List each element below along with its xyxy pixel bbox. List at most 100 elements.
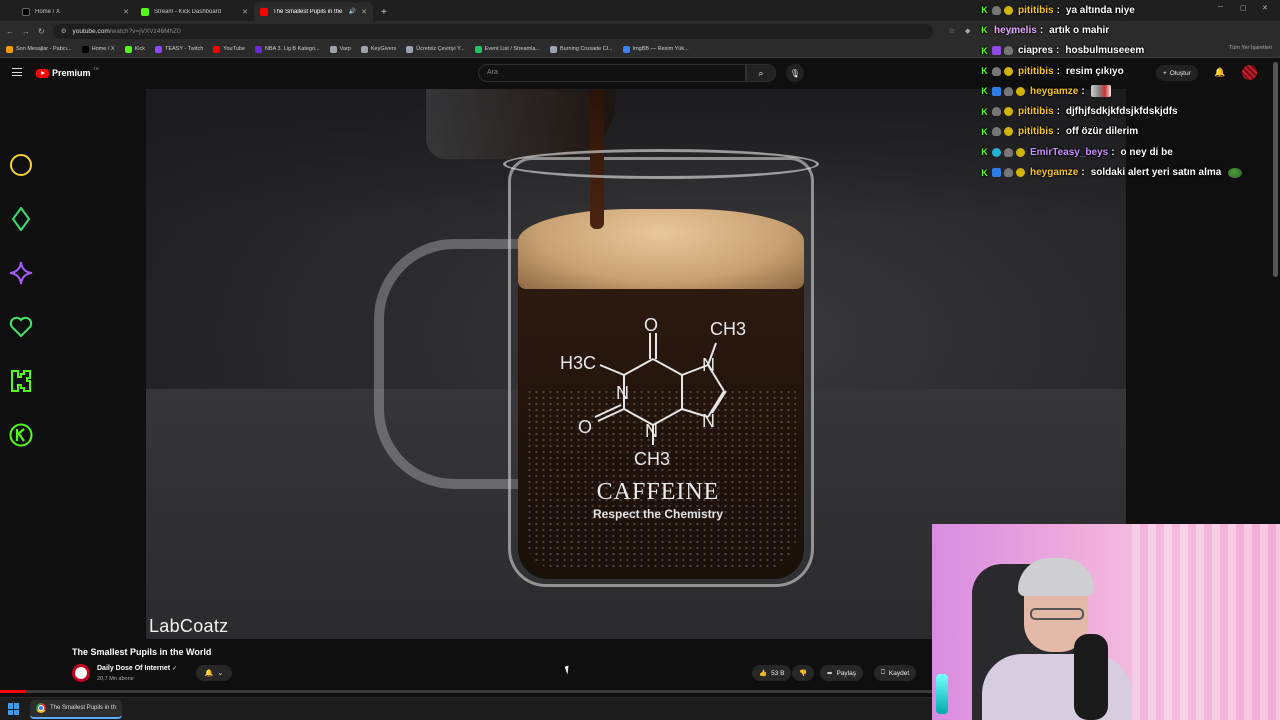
speaker-icon[interactable]: 🔊 [349, 8, 356, 15]
url-field[interactable]: ⚙ youtube.com/watch?v=jVXVz46MhZ0 [52, 23, 933, 39]
reload-icon[interactable]: ↻ [38, 27, 45, 36]
close-icon[interactable]: ✕ [242, 8, 248, 16]
search-button[interactable]: ⌕ [746, 64, 776, 82]
chat-username[interactable]: pititibis [1018, 106, 1054, 117]
gem-badge-icon [1016, 86, 1025, 96]
circle-icon [8, 152, 34, 178]
brand-name: Premium [52, 68, 91, 78]
video-title: The Smallest Pupils in the World [72, 647, 212, 657]
chat-message: Kpititibis : ya altında niye [980, 0, 1280, 20]
chat-text: hosbulmuseeem [1065, 45, 1145, 57]
chat-text: artık o mahir [1049, 24, 1110, 36]
taskbar-chrome-item[interactable]: The Smallest Pupils in th [30, 699, 123, 719]
bookmark-item[interactable]: KeyGivers [360, 45, 396, 53]
thumbs-down-icon: 👎 [799, 670, 808, 677]
chat-message: Kheymelis : artık o mahir [980, 20, 1280, 40]
bookmark-item[interactable]: Event List / Streamla... [474, 45, 540, 53]
tab-kick-dashboard[interactable]: Stream - Kick Dashboard ✕ [135, 2, 254, 21]
forward-icon[interactable]: → [22, 27, 30, 36]
gem-badge-icon [1004, 127, 1013, 137]
bookmark-icon [549, 45, 557, 53]
gem-badge-icon [1016, 168, 1025, 178]
bookmark-item[interactable]: ImgBB — Resim Yük... [622, 45, 689, 53]
bookmark-item[interactable]: NBA 3. Lig B Katego... [254, 45, 320, 53]
bookmark-icon [154, 45, 162, 53]
screen: Home / X ✕ Stream - Kick Dashboard ✕ The… [0, 0, 1280, 720]
channel-name[interactable]: Daily Dose Of Internet ✓ [97, 665, 177, 672]
bookmark-icon [254, 45, 262, 53]
save-button[interactable]: ⎕ Kaydet [874, 665, 917, 681]
chat-username[interactable]: pititibis [1018, 5, 1054, 16]
dislike-button[interactable]: 👎 [792, 665, 815, 681]
thumbs-up-icon: 👍 [759, 670, 768, 677]
kick-coin-icon [8, 422, 34, 448]
bookmark-label: Home / X [91, 46, 115, 52]
kick-icon [8, 368, 34, 394]
chat-separator: : [1056, 126, 1060, 138]
chat-emote-image [1090, 85, 1111, 98]
bookmark-item[interactable]: Home / X [81, 45, 115, 53]
site-info-icon[interactable]: ⚙ [61, 27, 67, 35]
windows-start-icon[interactable] [8, 703, 20, 715]
bookmark-item[interactable]: Varp [329, 45, 351, 53]
chat-username[interactable]: heygamze [1030, 86, 1078, 97]
hamburger-menu-icon[interactable] [12, 68, 22, 76]
chat-message: Kpititibis : resim çıkıyo [980, 61, 1280, 81]
taskbar: The Smallest Pupils in th [0, 697, 932, 720]
chat-username[interactable]: ciapres [1018, 45, 1053, 56]
stream-alert-icons [8, 152, 34, 476]
bookmark-item[interactable]: Ücretsiz Çeviriyi Y... [406, 45, 465, 53]
coffee-foam [518, 209, 804, 289]
atom-n-right-bottom: N [702, 411, 715, 431]
search-input[interactable]: Ara [478, 64, 746, 82]
kick-badge-icon: K [981, 106, 988, 117]
chat-message: Kpititibis : djfhjfsdkjkfdsjkfdskjdfs [980, 101, 1280, 121]
voice-search-button[interactable]: 🎙 [786, 64, 804, 82]
chat-separator: : [1081, 167, 1085, 179]
atom-o-top: O [644, 315, 658, 335]
chat-username[interactable]: pititibis [1018, 66, 1054, 77]
tab-home-x[interactable]: Home / X ✕ [16, 2, 135, 21]
bookmark-label: ImgBB — Resim Yük... [632, 46, 689, 52]
new-tab-button[interactable]: + [373, 7, 395, 21]
mouse-cursor [564, 665, 572, 675]
star-icon[interactable]: ☆ [949, 27, 955, 35]
share-label: Paylaş [836, 669, 856, 677]
bookmark-item[interactable]: Son Mesajlar - Pabcı... [6, 45, 72, 53]
chat-message: Kciapres : hosbulmuseeem [980, 41, 1280, 61]
bookmark-icon: ⎕ [881, 669, 885, 676]
atom-n-right-top: N [702, 355, 715, 375]
chat-username[interactable]: pititibis [1018, 126, 1054, 137]
chrome-icon [36, 703, 46, 713]
extension-icon[interactable]: ◆ [965, 27, 970, 35]
bookmark-item[interactable]: Kick [124, 45, 145, 53]
lamp [936, 674, 948, 714]
chat-username[interactable]: heygamze [1030, 167, 1078, 178]
shield-badge-icon [1004, 147, 1013, 157]
tab-title: Home / X [35, 8, 61, 15]
tab-youtube-video[interactable]: The Smallest Pupils in the W 🔊 ✕ [254, 2, 373, 21]
channel-avatar[interactable] [72, 664, 90, 682]
like-count: 53 B [771, 669, 785, 677]
bookmark-label: TEASY - Twitch [164, 46, 204, 52]
kick-badge-icon: K [981, 25, 988, 36]
chat-username[interactable]: EmirTeasy_beys [1030, 147, 1108, 158]
kick-badge-icon: K [981, 66, 988, 77]
chat-separator: : [1039, 24, 1044, 36]
back-icon[interactable]: ← [6, 27, 14, 36]
share-button[interactable]: ➦ Paylaş [820, 665, 863, 681]
close-icon[interactable]: ✕ [361, 8, 367, 16]
tab-title: The Smallest Pupils in the W [273, 8, 344, 15]
shield-badge-icon [1004, 46, 1013, 56]
chat-username[interactable]: heymelis [994, 25, 1037, 36]
subscribed-button[interactable]: 🔔 ⌄ [196, 665, 232, 681]
youtube-icon [260, 7, 268, 16]
page-scrollbar[interactable] [1273, 62, 1278, 277]
purple-badge-icon [992, 46, 1001, 56]
like-button[interactable]: 👍 53 B [752, 665, 792, 681]
youtube-logo[interactable]: Premium TR [36, 66, 99, 78]
close-icon[interactable]: ✕ [123, 8, 129, 16]
bookmark-item[interactable]: YouTube [213, 45, 245, 53]
bookmark-item[interactable]: TEASY - Twitch [154, 45, 204, 53]
bookmark-item[interactable]: Burning Crusade Cl... [549, 45, 613, 53]
